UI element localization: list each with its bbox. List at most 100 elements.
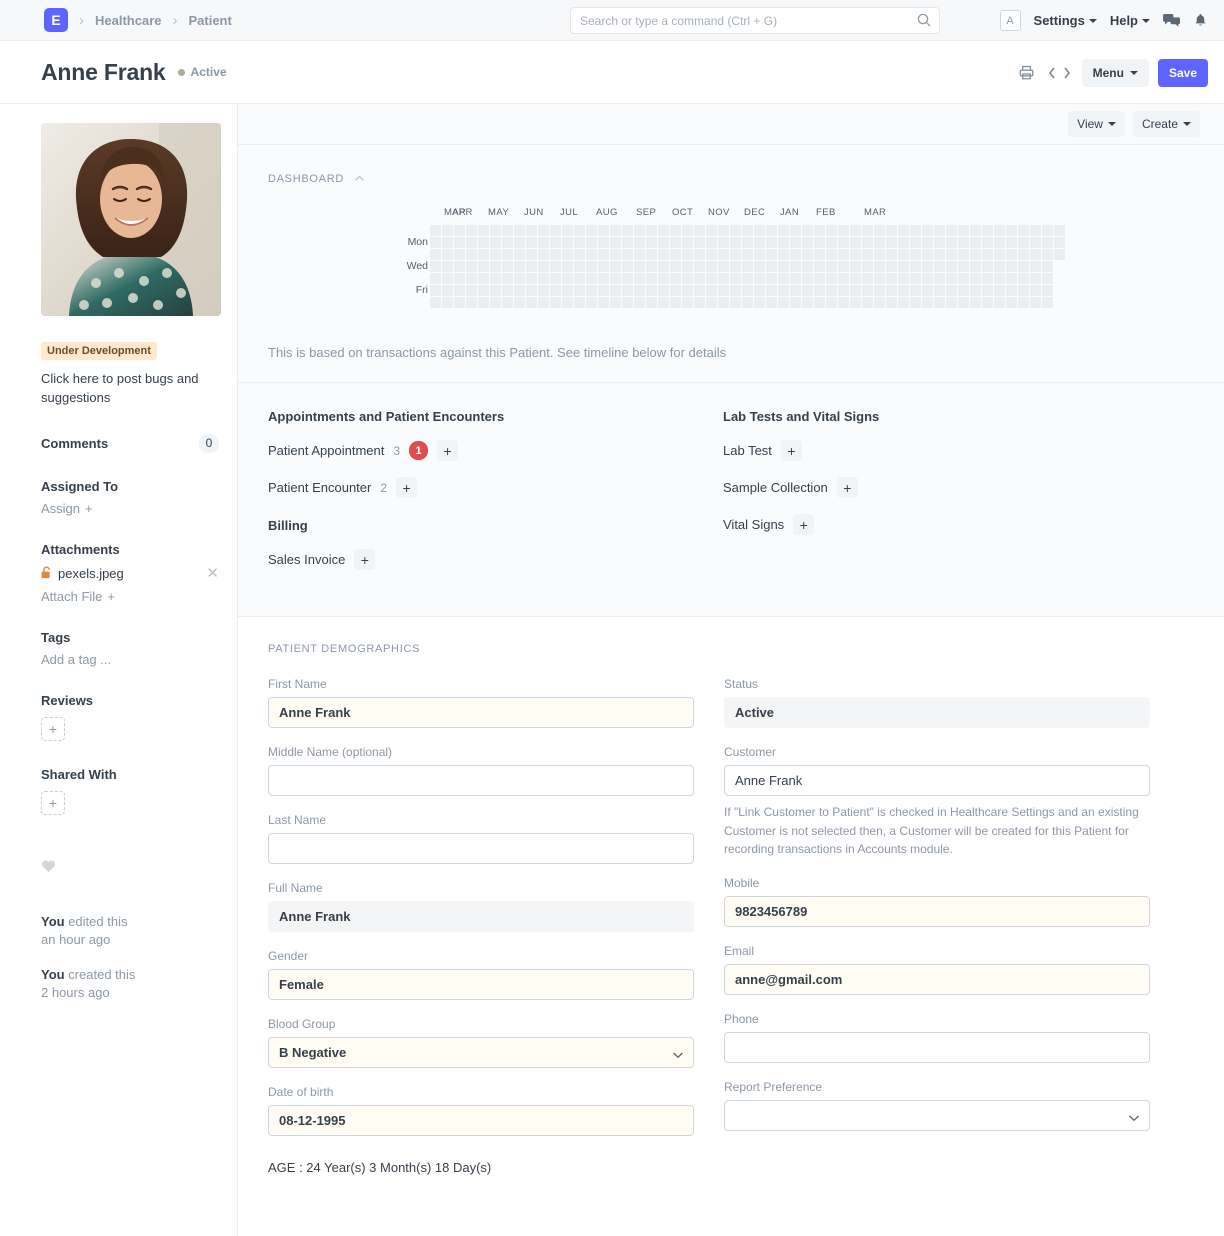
- heatmap-cell[interactable]: [982, 273, 993, 284]
- heatmap-cell[interactable]: [526, 285, 537, 296]
- heatmap-cell[interactable]: [478, 261, 489, 272]
- heatmap-cell[interactable]: [922, 249, 933, 260]
- heatmap-cell[interactable]: [1030, 273, 1041, 284]
- heatmap-cell[interactable]: [514, 261, 525, 272]
- post-bugs-link[interactable]: Click here to post bugs and suggestions: [41, 370, 201, 408]
- heatmap-cell[interactable]: [706, 261, 717, 272]
- heatmap-cell[interactable]: [478, 249, 489, 260]
- heatmap-cell[interactable]: [622, 261, 633, 272]
- heatmap-cell[interactable]: [490, 261, 501, 272]
- heatmap-cell[interactable]: [850, 285, 861, 296]
- heatmap-cell[interactable]: [610, 285, 621, 296]
- heatmap-cell[interactable]: [478, 237, 489, 248]
- heatmap-cell[interactable]: [670, 285, 681, 296]
- heatmap-cell[interactable]: [442, 297, 453, 308]
- heatmap-cell[interactable]: [958, 237, 969, 248]
- breadcrumb-healthcare[interactable]: Healthcare: [95, 13, 161, 28]
- heatmap-cell[interactable]: [970, 249, 981, 260]
- heatmap-cell[interactable]: [946, 273, 957, 284]
- heatmap-cell[interactable]: [790, 261, 801, 272]
- heatmap-cell[interactable]: [430, 225, 441, 236]
- heatmap-cell[interactable]: [562, 261, 573, 272]
- heatmap-cell[interactable]: [1006, 249, 1017, 260]
- gender-input[interactable]: [268, 969, 694, 1000]
- heatmap-cell[interactable]: [874, 285, 885, 296]
- heatmap-cell[interactable]: [826, 297, 837, 308]
- heatmap-cell[interactable]: [718, 273, 729, 284]
- heatmap-cell[interactable]: [850, 273, 861, 284]
- heatmap-cell[interactable]: [574, 249, 585, 260]
- heatmap-cell[interactable]: [538, 285, 549, 296]
- add-sample-collection-button[interactable]: +: [837, 477, 858, 498]
- link-label[interactable]: Sales Invoice: [268, 552, 345, 567]
- heatmap-cell[interactable]: [790, 273, 801, 284]
- heatmap-cell[interactable]: [1006, 237, 1017, 248]
- heatmap-cell[interactable]: [886, 249, 897, 260]
- heatmap-cell[interactable]: [730, 297, 741, 308]
- heatmap-cell[interactable]: [646, 237, 657, 248]
- heatmap-cell[interactable]: [442, 225, 453, 236]
- heatmap-cell[interactable]: [922, 297, 933, 308]
- heatmap-cell[interactable]: [706, 297, 717, 308]
- heatmap-cell[interactable]: [670, 237, 681, 248]
- heatmap-cell[interactable]: [802, 297, 813, 308]
- heatmap-cell[interactable]: [958, 261, 969, 272]
- heatmap-cell[interactable]: [598, 225, 609, 236]
- add-review-button[interactable]: +: [41, 717, 65, 741]
- heatmap-cell[interactable]: [526, 273, 537, 284]
- heatmap-cell[interactable]: [742, 297, 753, 308]
- heatmap-cell[interactable]: [514, 285, 525, 296]
- heatmap-cell[interactable]: [730, 249, 741, 260]
- heatmap-cell[interactable]: [934, 249, 945, 260]
- heatmap-cell[interactable]: [1018, 237, 1029, 248]
- heatmap-cell[interactable]: [478, 285, 489, 296]
- heatmap-cell[interactable]: [850, 225, 861, 236]
- heatmap-cell[interactable]: [934, 297, 945, 308]
- heatmap-cell[interactable]: [658, 225, 669, 236]
- heatmap-cell[interactable]: [766, 225, 777, 236]
- heatmap-cell[interactable]: [958, 249, 969, 260]
- heatmap-cell[interactable]: [634, 261, 645, 272]
- heatmap-cell[interactable]: [538, 297, 549, 308]
- heatmap-cell[interactable]: [982, 261, 993, 272]
- chat-icon[interactable]: [1163, 13, 1180, 28]
- heatmap-cell[interactable]: [886, 237, 897, 248]
- heatmap-cell[interactable]: [454, 273, 465, 284]
- dashboard-section-header[interactable]: DASHBOARD: [268, 173, 1194, 185]
- heatmap-cell[interactable]: [706, 237, 717, 248]
- first-name-input[interactable]: [268, 697, 694, 728]
- heatmap-cell[interactable]: [994, 297, 1005, 308]
- heatmap-cell[interactable]: [874, 273, 885, 284]
- heatmap-cell[interactable]: [766, 249, 777, 260]
- heatmap-cell[interactable]: [634, 237, 645, 248]
- heatmap-cell[interactable]: [454, 285, 465, 296]
- heatmap-cell[interactable]: [502, 249, 513, 260]
- heatmap-cell[interactable]: [490, 297, 501, 308]
- heatmap-cell[interactable]: [754, 273, 765, 284]
- heatmap-cell[interactable]: [586, 225, 597, 236]
- heatmap-cell[interactable]: [838, 273, 849, 284]
- heatmap-cell[interactable]: [526, 225, 537, 236]
- heatmap-cell[interactable]: [478, 225, 489, 236]
- add-share-button[interactable]: +: [41, 791, 65, 815]
- heatmap-cell[interactable]: [790, 249, 801, 260]
- heatmap-cell[interactable]: [502, 225, 513, 236]
- heatmap-cell[interactable]: [742, 261, 753, 272]
- heatmap-cell[interactable]: [622, 273, 633, 284]
- search-input[interactable]: [570, 7, 940, 34]
- heatmap-cell[interactable]: [1030, 285, 1041, 296]
- heatmap-cell[interactable]: [622, 237, 633, 248]
- link-label[interactable]: Vital Signs: [723, 517, 784, 532]
- last-name-input[interactable]: [268, 833, 694, 864]
- heatmap-cell[interactable]: [850, 249, 861, 260]
- heatmap-cell[interactable]: [502, 273, 513, 284]
- heatmap-cell[interactable]: [574, 297, 585, 308]
- heatmap-cell[interactable]: [1042, 225, 1053, 236]
- heatmap-cell[interactable]: [658, 297, 669, 308]
- heatmap-cell[interactable]: [814, 273, 825, 284]
- heatmap-cell[interactable]: [730, 225, 741, 236]
- heatmap-cell[interactable]: [586, 297, 597, 308]
- heatmap-cell[interactable]: [766, 297, 777, 308]
- heatmap-cell[interactable]: [742, 273, 753, 284]
- heatmap-cell[interactable]: [946, 225, 957, 236]
